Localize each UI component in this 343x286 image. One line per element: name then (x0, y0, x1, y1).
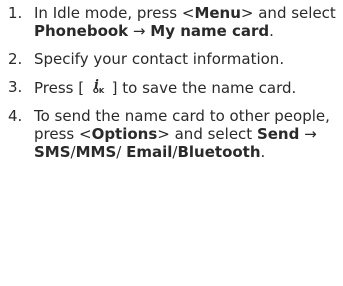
options-keyword: Options (91, 125, 158, 143)
sms-keyword: SMS (34, 143, 71, 161)
list-item: 3. Press [ i OK ] to save the name card. (0, 78, 343, 97)
bluetooth-keyword: Bluetooth (177, 143, 261, 161)
text-segment: ] to save the name card. (106, 79, 297, 97)
ok-label: OK (92, 87, 105, 95)
instruction-list: 1. In Idle mode, press <Menu> and select… (0, 4, 343, 171)
text-segment: . (269, 22, 274, 40)
my-name-card-keyword: My name card (150, 22, 270, 40)
step-text: To send the name card to other people, p… (34, 107, 330, 161)
phonebook-keyword: Phonebook (34, 22, 129, 40)
send-keyword: Send (256, 125, 300, 143)
text-segment: Specify your contact information. (34, 50, 285, 68)
text-segment: > and select (240, 4, 336, 22)
step-number: 4. (8, 107, 23, 125)
text-segment: In Idle mode, press < (34, 4, 195, 22)
list-item: 2. Specify your contact information. (0, 50, 343, 68)
list-item: 1. In Idle mode, press <Menu> and select… (0, 4, 343, 40)
text-segment: . (260, 143, 266, 161)
confirm-key-icon: i OK (89, 78, 107, 96)
slash-separator: / (116, 143, 127, 161)
menu-keyword: Menu (194, 4, 241, 22)
mms-keyword: MMS (75, 143, 117, 161)
arrow-separator: → (299, 125, 317, 143)
step-text: In Idle mode, press <Menu> and select Ph… (34, 4, 336, 40)
list-item: 4. To send the name card to other people… (0, 107, 343, 161)
step-number: 2. (8, 50, 23, 68)
step-text: Specify your contact information. (34, 50, 284, 68)
step-text: Press [ i OK ] to save the name card. (34, 78, 297, 97)
email-keyword: Email (126, 143, 173, 161)
text-segment: > and select (157, 125, 257, 143)
arrow-separator: → (128, 22, 151, 40)
step-number: 3. (8, 78, 23, 96)
text-segment: Press [ (34, 79, 89, 97)
step-number: 1. (8, 4, 23, 22)
